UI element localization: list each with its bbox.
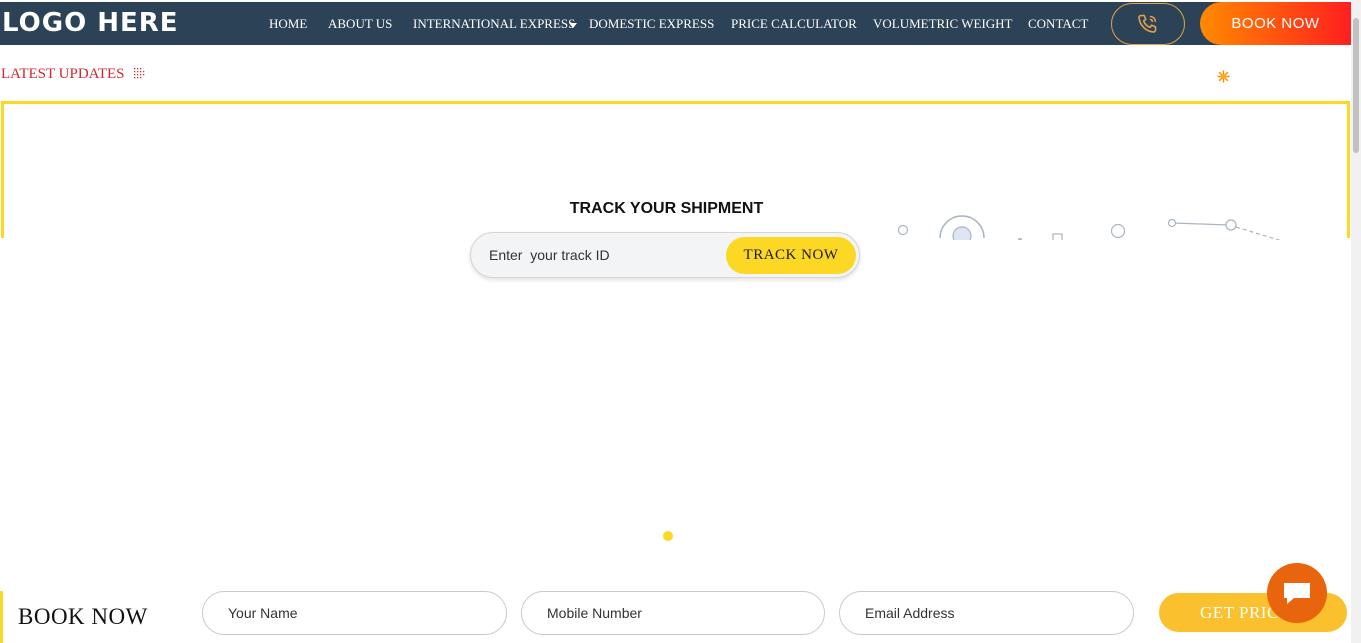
track-now-button[interactable]: TRACK NOW	[726, 237, 856, 274]
navbar: LOGO HERE HOME ABOUT US INTERNATIONAL EX…	[0, 2, 1351, 45]
name-input[interactable]	[202, 591, 507, 635]
scrollbar[interactable]	[1351, 0, 1361, 643]
book-now-title: BOOK NOW	[18, 604, 148, 629]
logo[interactable]: LOGO HERE	[2, 8, 179, 38]
mobile-input[interactable]	[521, 591, 825, 635]
network-decoration-icon	[897, 215, 1281, 240]
email-input[interactable]	[839, 591, 1134, 635]
nav-contact[interactable]: CONTACT	[1028, 16, 1088, 32]
phone-icon	[1138, 14, 1157, 33]
nav-price-calculator[interactable]: PRICE CALCULATOR	[731, 16, 857, 32]
nav-international-express[interactable]: INTERNATIONAL EXPRESS	[413, 16, 575, 32]
nav-about-us[interactable]: ABOUT US	[328, 16, 392, 32]
chevron-down-icon[interactable]	[569, 23, 577, 28]
nav-volumetric-weight[interactable]: VOLUMETRIC WEIGHT	[873, 16, 1013, 32]
book-now-button[interactable]: BOOK NOW	[1200, 2, 1351, 45]
book-now-accent	[0, 591, 3, 643]
chat-button[interactable]	[1267, 563, 1327, 623]
dots-grid-icon	[134, 68, 145, 79]
scrollbar-thumb[interactable]	[1353, 18, 1359, 153]
phone-button[interactable]	[1111, 3, 1185, 45]
slider-dot[interactable]	[663, 531, 673, 541]
latest-updates-label: LATEST UPDATES	[1, 66, 125, 82]
nav-home[interactable]: HOME	[269, 16, 307, 32]
chat-bubble-icon	[1284, 583, 1310, 604]
nav-domestic-express[interactable]: DOMESTIC EXPRESS	[589, 16, 714, 32]
sun-burst-icon	[1217, 70, 1230, 83]
track-form: TRACK NOW	[470, 232, 860, 278]
track-id-input[interactable]	[489, 247, 709, 263]
